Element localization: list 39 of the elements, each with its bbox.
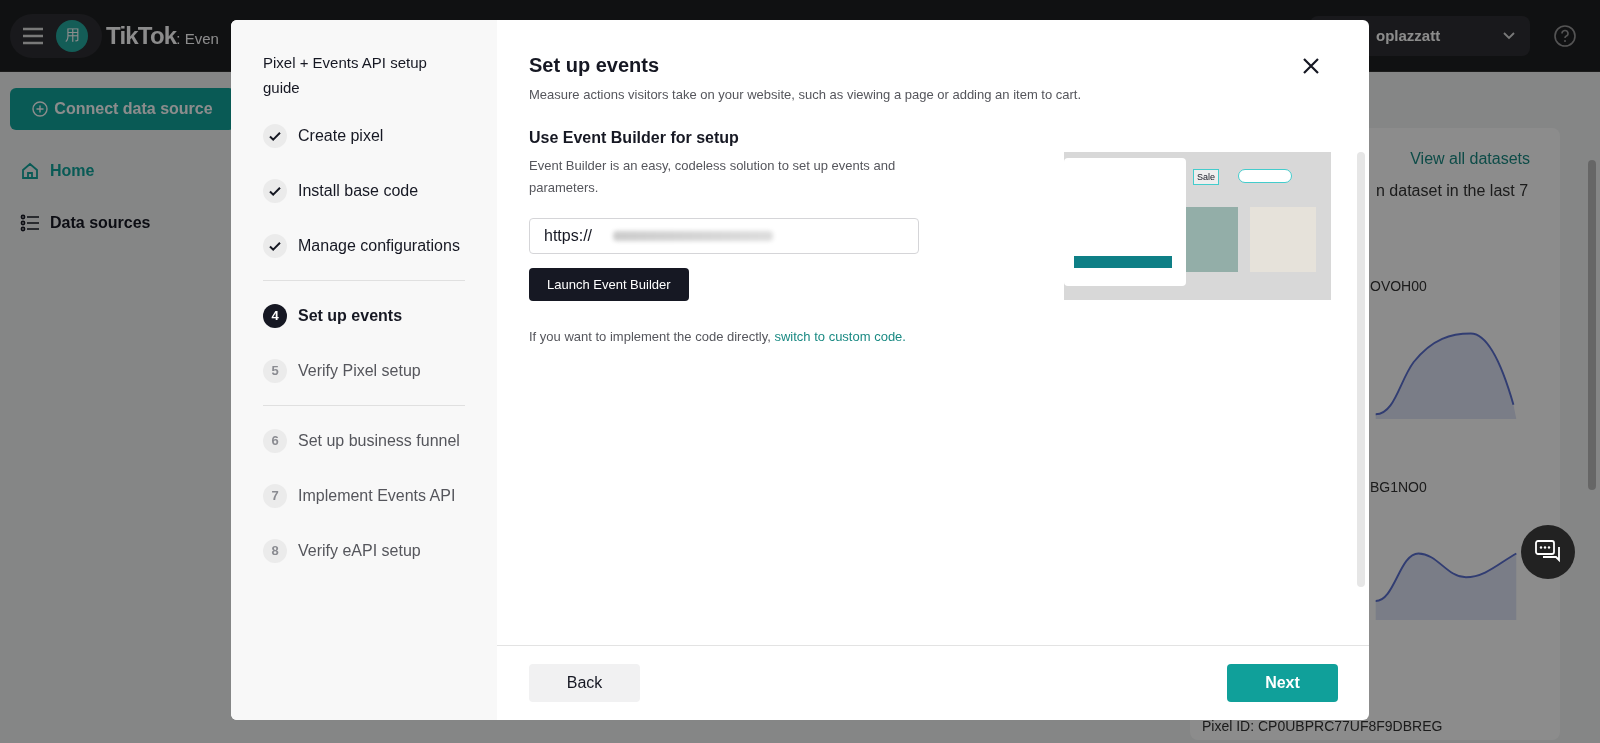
step-label[interactable]: Install base code (298, 181, 419, 200)
home-icon (20, 161, 40, 181)
sidebar-item[interactable]: Data sources (10, 200, 235, 246)
step-label[interactable]: Implement Events API (298, 486, 456, 505)
step-label[interactable]: Create pixel (298, 126, 384, 145)
step-number: 6 (263, 428, 287, 453)
step-label[interactable]: Verify eAPI setup (298, 541, 421, 560)
section-text: Event Builder is an easy, codeless solution to set up events and parameters. (529, 157, 897, 197)
dataset-id: BG1NO0 (1370, 479, 1428, 495)
back-button[interactable]: Back (529, 664, 640, 702)
plus-icon (32, 101, 49, 117)
event-builder-illustration-drawing: Sale (1064, 152, 1331, 300)
step-number: 4 (263, 303, 287, 328)
help-icon[interactable] (1554, 24, 1576, 47)
step-label[interactable]: Set up business funnel (298, 431, 460, 450)
custom-code-link[interactable]: switch to custom code. (774, 329, 906, 344)
card-subtitle: n dataset in the last 7 (1376, 182, 1530, 200)
step-label[interactable]: Verify Pixel setup (298, 361, 421, 380)
launch-event-builder-button[interactable]: Launch Event Builder (529, 268, 689, 301)
step-number: 5 (263, 358, 287, 383)
section-title: Use Event Builder for setup (529, 129, 740, 147)
list-icon (20, 213, 40, 233)
step-number: 7 (263, 483, 287, 508)
custom-code-hint: If you want to implement the code directly, switch to custom code. (529, 329, 907, 344)
step-label[interactable]: Manage configurations (298, 236, 460, 255)
guide-title: Pixel + Events API setup guide (263, 53, 428, 98)
chat-icon (1535, 540, 1561, 564)
logo-suffix: : Even (176, 29, 219, 47)
panel-description: Measure actions visitors take on your website, such as viewing a page or adding an item to cart. (529, 87, 1083, 102)
caret-icon (1502, 30, 1516, 41)
step-label[interactable]: Set up events (298, 306, 403, 325)
scrollbar[interactable] (1588, 160, 1596, 490)
step-number: 8 (263, 538, 287, 563)
dataset-id: OVOH00 (1370, 278, 1428, 294)
pixel-id: Pixel ID: CP0UBPRC77UF8F9DBREG (1202, 718, 1444, 736)
panel-title: Set up events (529, 54, 660, 77)
scrollbar[interactable] (1357, 152, 1365, 587)
menu-icon[interactable] (22, 26, 44, 45)
close-icon[interactable] (1301, 55, 1321, 76)
